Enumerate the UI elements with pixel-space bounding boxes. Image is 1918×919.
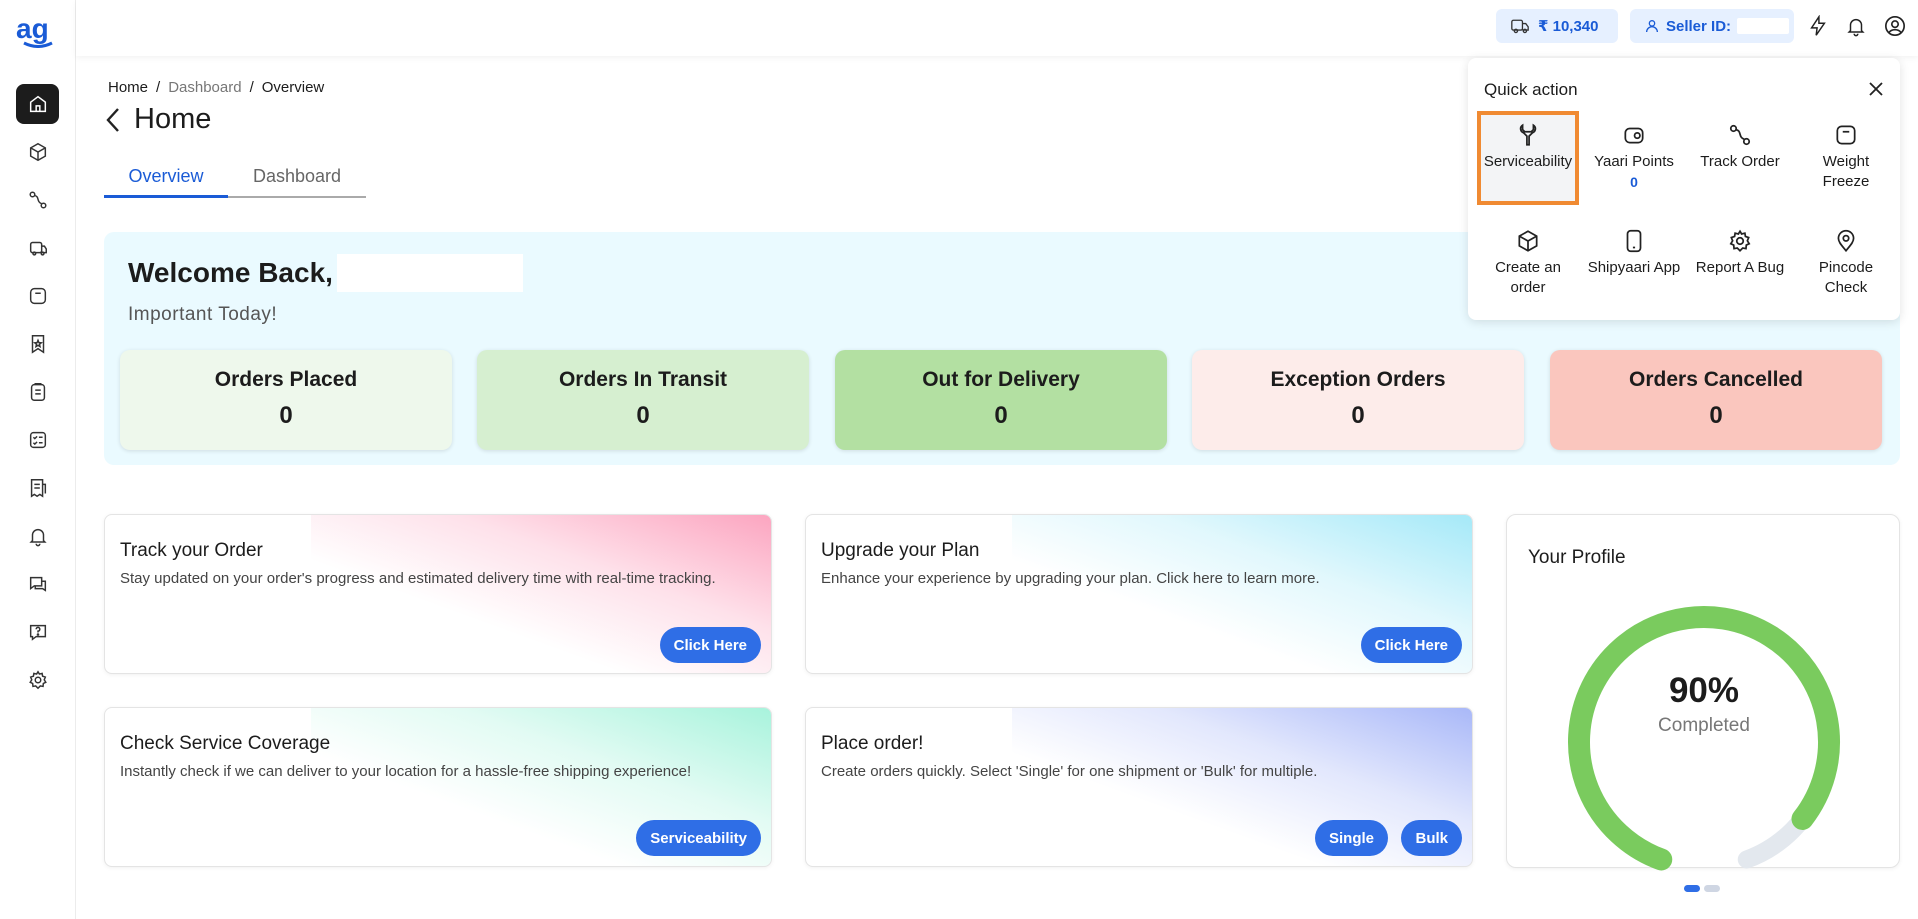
gear-icon [28,670,47,690]
gear-icon [1729,229,1751,252]
stat-card-orders-placed[interactable]: Orders Placed 0 [120,350,452,450]
route-icon [1729,124,1751,146]
stat-card-orders-in-transit[interactable]: Orders In Transit 0 [477,350,809,450]
checklist-icon [29,431,46,449]
sidebar-item-checklist[interactable] [16,420,59,460]
sidebar-item-help[interactable] [16,612,59,652]
track-order-click-here-button[interactable]: Click Here [659,627,761,663]
profile-progress-ring [1568,606,1840,871]
stat-card-out-for-delivery[interactable]: Out for Delivery 0 [835,350,1167,450]
badge-star-icon [31,335,44,354]
yaari-points-value: 0 [1630,174,1638,190]
quick-action-track-order[interactable]: Track Order [1692,114,1788,202]
user-name-redacted [336,254,523,292]
app-root: ag ₹ 10,340 Seller ID: Home / Dashboard … [0,0,1918,919]
tab-dashboard[interactable]: Dashboard [228,166,366,198]
sidebar-item-badges[interactable] [16,324,59,364]
wallet-balance-button[interactable]: ₹ 10,340 [1496,9,1618,43]
svg-text:ag: ag [16,14,49,44]
weight-icon [29,287,46,305]
truck-wallet-icon [29,241,47,256]
weight-icon [1836,125,1856,145]
breadcrumb-dashboard[interactable]: Dashboard [168,79,241,96]
profile-percent: 90% [1668,671,1740,710]
breadcrumb-overview: Overview [261,79,325,96]
quick-action-shipyaari-app[interactable]: Shipyaari App [1586,220,1682,308]
quick-action-title: Quick action [1484,80,1578,99]
breadcrumb: Home / Dashboard / Overview [108,79,325,96]
help-icon [29,624,46,641]
quick-action-button[interactable] [1806,14,1830,38]
notifications-button[interactable] [1844,14,1868,38]
quick-action-serviceability[interactable]: Serviceability [1477,111,1579,205]
quick-action-report-bug[interactable]: Report A Bug [1692,220,1788,308]
lightning-icon [1810,15,1826,36]
quick-action-pincode-check[interactable]: Pincode Check [1798,220,1894,308]
chat-icon [29,576,46,592]
quick-action-panel: Quick action Serviceability Yaari Points… [1468,58,1900,320]
sidebar: ag [0,0,76,919]
back-arrow-icon[interactable] [104,106,122,134]
profile-completion-card[interactable]: Your Profile 90% Completed [1506,514,1900,871]
promo-card-service-coverage: Check Service Coverage Instantly check i… [104,707,772,867]
upgrade-plan-click-here-button[interactable]: Click Here [1360,627,1462,663]
seller-id-label: Seller ID: [1666,17,1732,35]
stat-card-exception-orders[interactable]: Exception Orders 0 [1192,350,1524,450]
brand-logo[interactable]: ag [16,14,60,48]
sidebar-item-invoices[interactable] [16,468,59,508]
page-title-text: Home [134,103,212,135]
profile-button[interactable] [1883,14,1907,38]
truck-wallet-icon [1511,19,1529,34]
serviceability-button[interactable]: Serviceability [636,820,761,856]
promo-card-upgrade-plan: Upgrade your Plan Enhance your experienc… [805,514,1473,674]
sidebar-item-weight[interactable] [16,276,59,316]
phone-icon [1626,229,1642,253]
tab-overview[interactable]: Overview [104,166,228,198]
page-title: Home [104,103,211,136]
route-icon [28,191,47,209]
sidebar-item-notifications[interactable] [16,516,59,556]
home-icon [29,95,46,113]
promo-card-track-order: Track your Order Stay updated on your or… [104,514,772,674]
sidebar-item-chat[interactable] [16,564,59,604]
quick-action-weight-freeze[interactable]: Weight Freeze [1798,114,1894,202]
sidebar-item-wallet[interactable] [16,228,59,268]
welcome-title: Welcome Back, [128,254,523,292]
important-today-label: Important Today! [128,304,278,325]
clipboard-icon [30,383,45,401]
carousel-dot-2[interactable] [1704,885,1720,892]
box-icon [29,142,46,162]
stat-card-orders-cancelled[interactable]: Orders Cancelled 0 [1550,350,1882,450]
wrench-icon [1519,123,1537,146]
box-icon [1518,230,1538,252]
close-icon [1869,82,1883,96]
coins-icon [1624,127,1644,144]
quick-action-create-order[interactable]: Create an order [1480,220,1576,308]
seller-id-redacted [1737,18,1790,34]
receipt-icon [30,479,46,498]
quick-action-close-button[interactable] [1865,78,1887,100]
sidebar-item-settings[interactable] [16,660,59,700]
sidebar-item-home[interactable] [16,84,59,124]
breadcrumb-home[interactable]: Home [108,79,148,96]
seller-id-button[interactable]: Seller ID: [1630,9,1794,43]
sidebar-item-tracking[interactable] [16,180,59,220]
wallet-amount: ₹ 10,340 [1538,18,1599,35]
single-order-button[interactable]: Single [1314,820,1388,856]
quick-action-yaari-points[interactable]: Yaari Points 0 [1586,114,1682,202]
bulk-order-button[interactable]: Bulk [1401,820,1462,856]
bell-icon [28,528,47,547]
sidebar-item-notes[interactable] [16,372,59,412]
sidebar-item-orders[interactable] [16,132,59,172]
location-pin-icon [1837,229,1855,253]
user-circle-icon [1885,16,1905,36]
carousel-dot-1[interactable] [1684,885,1700,892]
carousel-dots [1684,885,1720,892]
profile-completed-label: Completed [1658,715,1750,736]
profile-title: Your Profile [1528,547,1626,568]
bell-icon [1847,18,1865,37]
user-icon [1646,20,1658,33]
tab-bar: Overview Dashboard [104,166,366,198]
promo-card-place-order: Place order! Create orders quickly. Sele… [805,707,1473,867]
